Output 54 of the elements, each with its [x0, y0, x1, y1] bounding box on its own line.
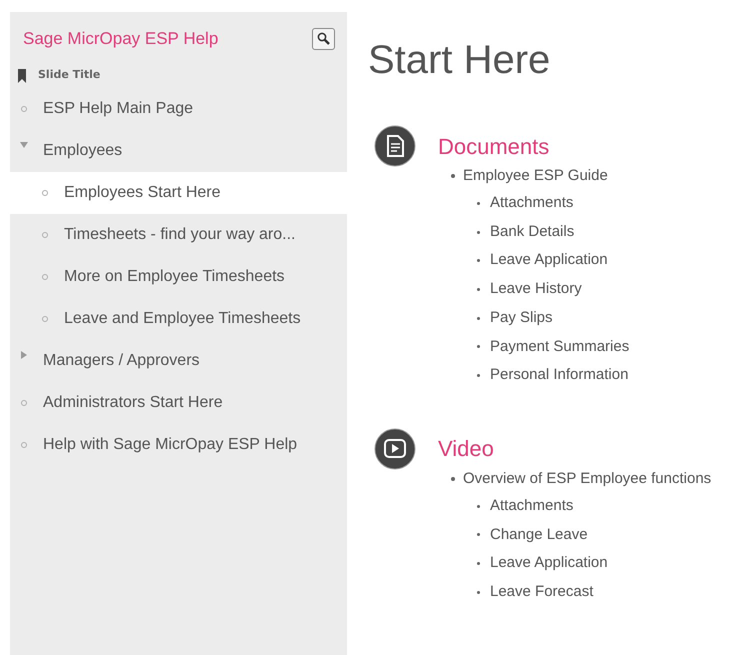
- sidebar-item[interactable]: Managers / Approvers: [10, 340, 347, 382]
- search-button[interactable]: [312, 28, 335, 50]
- list-subitem: Attachments: [490, 193, 574, 214]
- circle-bullet-icon: [42, 316, 48, 322]
- bullet-icon: [451, 174, 455, 178]
- bullet-icon: [477, 374, 480, 377]
- collapsed-triangle-icon[interactable]: [21, 350, 27, 358]
- bullet-icon: [477, 345, 480, 348]
- list-subitem: Change Leave: [490, 524, 588, 545]
- bullet-icon: [477, 504, 480, 508]
- bullet-icon: [477, 316, 480, 320]
- section-heading: Video: [438, 435, 494, 464]
- section-heading: Documents: [438, 132, 550, 160]
- play-icon: [374, 428, 416, 470]
- list-item: Overview of ESP Employee functions: [463, 468, 712, 489]
- bullet-icon: [477, 590, 480, 594]
- list-subitem: Pay Slips: [490, 308, 553, 328]
- bullet-icon: [477, 259, 480, 262]
- document-icon: [374, 125, 416, 167]
- list-subitem: Leave Forecast: [490, 582, 594, 602]
- sidebar-item[interactable]: ESP Help Main Page: [10, 88, 347, 130]
- search-icon: [317, 32, 330, 46]
- sidebar-item[interactable]: Employees: [10, 130, 347, 172]
- list-subitem: Leave History: [490, 279, 582, 300]
- list-subitem: Attachments: [490, 496, 574, 516]
- list-subitem: Bank Details: [490, 222, 574, 242]
- circle-bullet-icon: [21, 106, 27, 112]
- bullet-icon: [477, 288, 480, 291]
- list-subitem: Payment Summaries: [490, 336, 630, 357]
- bullet-icon: [477, 562, 480, 566]
- sidebar-item[interactable]: Employees Start Here: [10, 172, 347, 214]
- circle-bullet-icon: [42, 274, 48, 280]
- sidebar-title: Sage MicrOpay ESP Help: [23, 28, 218, 50]
- page-title: Start Here: [368, 37, 552, 84]
- list-item: Employee ESP Guide: [463, 166, 608, 186]
- sidebar-item[interactable]: Help with Sage MicrOpay ESP Help: [10, 424, 347, 466]
- bullet-icon: [477, 533, 480, 536]
- sidebar-item[interactable]: Timesheets - find your way aro...: [10, 214, 347, 256]
- list-subitem: Personal Information: [490, 365, 628, 386]
- list-subitem: Leave Application: [490, 250, 608, 270]
- section-label: Slide Title: [38, 67, 100, 84]
- list-subitem: Leave Application: [490, 553, 608, 574]
- sidebar-item[interactable]: More on Employee Timesheets: [10, 256, 347, 298]
- circle-bullet-icon: [42, 190, 48, 196]
- bookmark-icon: [18, 68, 26, 82]
- sidebar-item[interactable]: Leave and Employee Timesheets: [10, 298, 347, 340]
- bullet-icon: [451, 476, 455, 481]
- expanded-triangle-icon[interactable]: [20, 142, 28, 148]
- circle-bullet-icon: [42, 232, 48, 238]
- sidebar-item[interactable]: Administrators Start Here: [10, 382, 347, 424]
- circle-bullet-icon: [21, 400, 27, 406]
- circle-bullet-icon: [21, 442, 27, 448]
- bullet-icon: [477, 202, 480, 205]
- bullet-icon: [477, 230, 480, 234]
